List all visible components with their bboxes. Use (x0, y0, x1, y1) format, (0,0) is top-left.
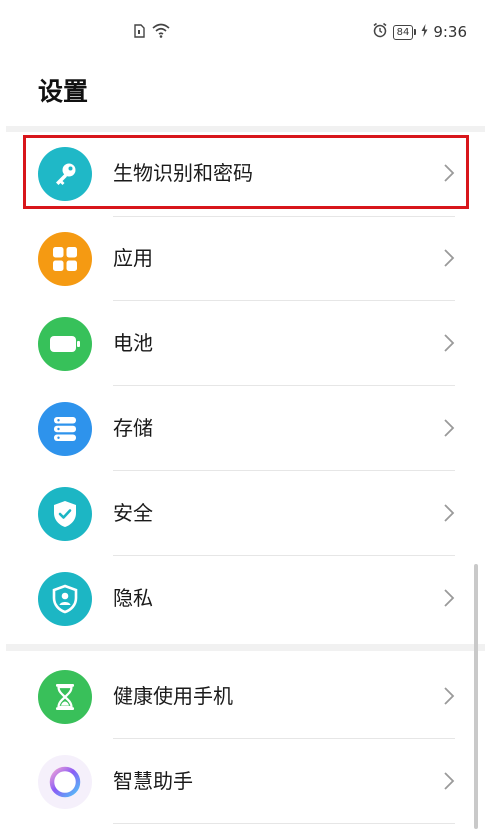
bolt-icon (421, 23, 428, 41)
shield-check-icon (38, 487, 92, 541)
apps-grid-icon (38, 232, 92, 286)
status-right: 84 9:36 (372, 22, 467, 42)
chevron-right-icon (444, 772, 455, 790)
settings-item-label: 应用 (113, 246, 153, 270)
row-separator (113, 823, 455, 824)
chevron-right-icon (444, 504, 455, 522)
chevron-right-icon (444, 249, 455, 267)
page-title: 设置 (38, 77, 89, 106)
settings-item-label: 智慧助手 (113, 769, 193, 793)
settings-item-storage[interactable]: 存储 (0, 386, 489, 471)
section-divider (6, 644, 485, 651)
settings-item-privacy[interactable]: 隐私 (0, 556, 489, 641)
battery-level: 84 (396, 26, 410, 38)
chevron-right-icon (444, 419, 455, 437)
sim-icon (134, 23, 145, 42)
settings-item-smart-assistant[interactable]: 智慧助手 (0, 739, 489, 824)
alarm-icon (372, 22, 388, 42)
wifi-icon (151, 22, 171, 42)
settings-item-battery[interactable]: 电池 (0, 301, 489, 386)
settings-item-security[interactable]: 安全 (0, 471, 489, 556)
status-time: 9:36 (433, 23, 467, 41)
status-bar: 84 9:36 (0, 0, 489, 66)
status-left (134, 22, 171, 42)
privacy-shield-icon (38, 572, 92, 626)
storage-icon (38, 402, 92, 456)
settings-item-label: 电池 (113, 331, 153, 355)
hourglass-icon (38, 670, 92, 724)
settings-item-label: 健康使用手机 (113, 684, 233, 708)
battery-nub (414, 29, 417, 35)
settings-item-label: 隐私 (113, 586, 153, 610)
chevron-right-icon (444, 589, 455, 607)
settings-item-digital-balance[interactable]: 健康使用手机 (0, 654, 489, 739)
settings-item-label: 存储 (113, 416, 153, 440)
settings-item-label: 生物识别和密码 (113, 161, 253, 185)
battery-indicator: 84 (392, 24, 414, 40)
settings-item-label: 安全 (113, 501, 153, 525)
battery-icon (38, 317, 92, 371)
chevron-right-icon (444, 687, 455, 705)
key-icon (38, 147, 92, 201)
assistant-ring-icon (38, 755, 92, 809)
settings-item-biometrics-password[interactable]: 生物识别和密码 (0, 131, 489, 216)
scrollbar[interactable] (474, 564, 478, 829)
chevron-right-icon (444, 334, 455, 352)
settings-item-apps[interactable]: 应用 (0, 216, 489, 301)
chevron-right-icon (444, 164, 455, 182)
row-separator (113, 216, 455, 217)
